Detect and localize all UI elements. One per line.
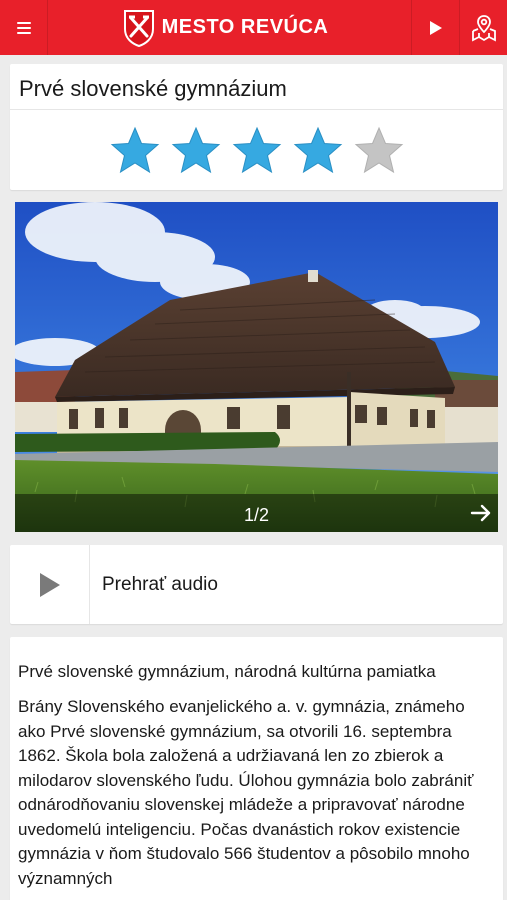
rating-stars[interactable] xyxy=(10,110,503,190)
place-title: Prvé slovenské gymnázium xyxy=(10,64,503,110)
star-empty-icon[interactable] xyxy=(354,126,404,176)
audio-label: Prehrať audio xyxy=(102,573,218,595)
play-icon xyxy=(429,20,442,35)
description-card: Prvé slovenské gymnázium, národná kultúr… xyxy=(10,637,503,900)
hamburger-menu-icon xyxy=(16,21,31,34)
audio-player-card[interactable]: Prehrať audio xyxy=(10,545,503,624)
photo-gallery[interactable]: 1/2 xyxy=(15,202,498,532)
app-title: MESTO REVÚCA xyxy=(161,16,329,38)
star-filled-icon[interactable] xyxy=(293,126,343,176)
play-icon xyxy=(39,572,60,597)
star-filled-icon[interactable] xyxy=(110,126,160,176)
map-button[interactable] xyxy=(459,0,507,55)
gymnasium-photo xyxy=(15,202,498,532)
star-filled-icon[interactable] xyxy=(171,126,221,176)
play-tour-button[interactable] xyxy=(411,0,459,55)
menu-button[interactable] xyxy=(0,0,48,55)
map-pin-icon xyxy=(471,14,496,41)
city-crest-icon xyxy=(123,9,154,47)
place-header-card: Prvé slovenské gymnázium xyxy=(10,64,503,190)
app-header: MESTO REVÚCA xyxy=(0,0,507,55)
arrow-right-icon[interactable] xyxy=(468,500,494,526)
description-lead: Prvé slovenské gymnázium, národná kultúr… xyxy=(18,662,436,681)
audio-play-button[interactable] xyxy=(10,545,90,624)
brand: MESTO REVÚCA xyxy=(48,0,411,55)
star-filled-icon[interactable] xyxy=(232,126,282,176)
description-body: Brány Slovenského evanjelického a. v. gy… xyxy=(18,697,474,888)
gallery-counter: 1/2 xyxy=(243,505,270,525)
